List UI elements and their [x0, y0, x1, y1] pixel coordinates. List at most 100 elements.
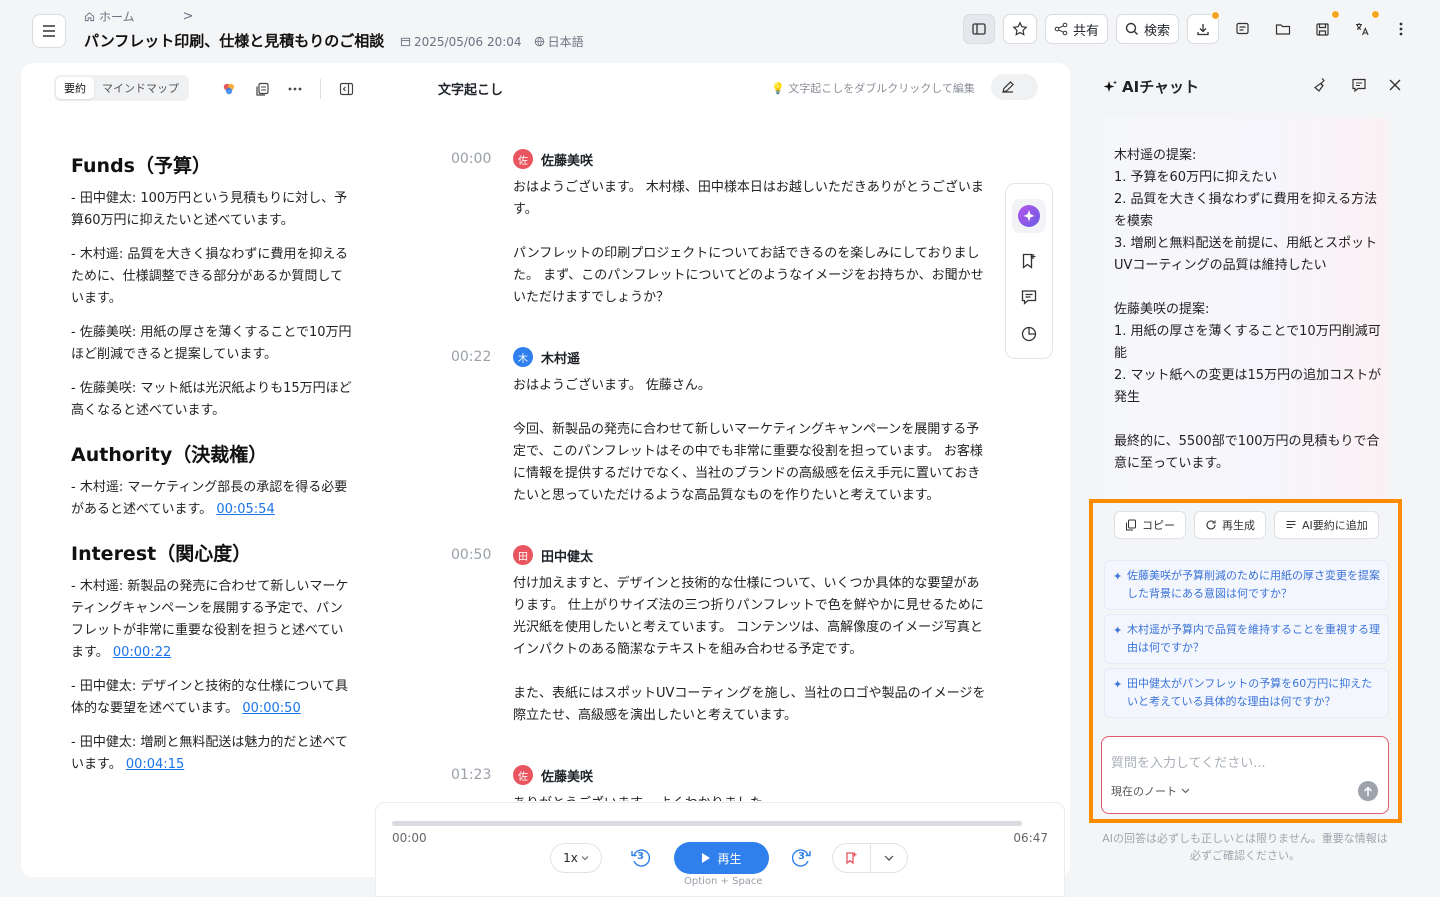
breadcrumb: ホーム >	[84, 8, 194, 25]
timestamp-link[interactable]: 00:00:22	[113, 645, 171, 660]
regenerate-button[interactable]: 再生成	[1194, 511, 1266, 539]
ai-assist-button[interactable]	[1012, 199, 1046, 234]
edit-hint-text: 文字起こしをダブルクリックして編集	[788, 82, 975, 95]
forward-button[interactable]: 3	[789, 846, 813, 870]
ai-response-actions: コピー 再生成 AI要約に追加	[1114, 511, 1379, 539]
chevron-down-icon	[1181, 788, 1190, 794]
transcript-side-toolbar	[1005, 183, 1053, 359]
timestamp-link[interactable]: 00:05:54	[216, 502, 274, 517]
segment-timestamp[interactable]: 01:23	[451, 765, 513, 801]
menu-button[interactable]	[32, 14, 66, 48]
clean-icon[interactable]	[1313, 77, 1329, 93]
ai-disclaimer: AIの回答は必ずしも正しいとは限りません。重要な情報は必ずご確認ください。	[1102, 832, 1388, 862]
folder-button[interactable]	[1267, 14, 1299, 44]
question-input[interactable]: 質問を入力してください... 現在のノート	[1101, 736, 1389, 814]
copy-button[interactable]: コピー	[1114, 511, 1186, 539]
close-icon[interactable]	[1389, 79, 1401, 91]
timestamp-link[interactable]: 00:04:15	[126, 757, 184, 772]
scope-select[interactable]: 現在のノート	[1111, 783, 1190, 799]
translate-icon	[1356, 23, 1369, 36]
transcript-segment[interactable]: 01:23佐佐藤美咲ありがとうございます。 よくわかりました。	[451, 765, 991, 801]
sparkle-icon	[1103, 80, 1117, 92]
transcript-segment[interactable]: 00:22 木木村遥おはようございます。 佐藤さん。今回、新製品の発売に合わせて新…	[451, 347, 991, 529]
segment-timestamp[interactable]: 00:50	[451, 545, 513, 749]
add-to-summary-button[interactable]: AI要約に追加	[1274, 511, 1379, 539]
segment-body: 佐佐藤美咲おはようございます。 木村様、田中様本日はお越しいただきありがとうござ…	[513, 149, 991, 331]
transcript-paragraph[interactable]: 今回、新製品の発売に合わせて新しいマーケティングキャンペーンを展開する予定で、こ…	[513, 419, 991, 507]
mark-options-button[interactable]	[869, 844, 908, 872]
question-placeholder: 質問を入力してください...	[1111, 756, 1266, 771]
save-button[interactable]	[1307, 10, 1340, 44]
segment-body: 木木村遥おはようございます。 佐藤さん。今回、新製品の発売に合わせて新しいマーケ…	[513, 347, 991, 529]
notification-dot	[1211, 11, 1220, 20]
copy-icon	[1126, 519, 1136, 531]
bookmark-add-icon	[846, 852, 857, 865]
summary-item: - 佐藤美咲: 用紙の厚さを薄くすることで10万円ほど削減できると提案しています…	[71, 322, 353, 366]
transcript-segment[interactable]: 00:50 田田中健太付け加えますと、デザインと技術的な仕様について、いくつか具体…	[451, 545, 991, 749]
transcript-paragraph[interactable]: おはようございます。 木村様、田中様本日はお越しいただきありがとうございます。	[513, 177, 991, 221]
language-text: 日本語	[547, 35, 584, 49]
ai-chat-header: AIチャット	[1102, 76, 1199, 97]
export-button[interactable]	[1227, 14, 1259, 44]
suggested-question[interactable]: ✦ 佐藤美咲が予算削減のために用紙の厚さ変更を提案した背景にある意図は何ですか？	[1104, 560, 1389, 610]
transcript-paragraph[interactable]: また、表紙にはスポットUVコーティングを施し、当社のロゴや製品のイメージを際立た…	[513, 683, 991, 727]
transcript-paragraph[interactable]: おはようございます。 佐藤さん。	[513, 375, 991, 397]
speaker[interactable]: 田田中健太	[513, 545, 991, 565]
regenerate-label: 再生成	[1222, 519, 1255, 532]
favorite-button[interactable]	[1002, 14, 1037, 44]
play-button[interactable]: 再生	[674, 842, 769, 874]
calendar-icon	[400, 37, 411, 47]
share-button[interactable]: 共有	[1044, 14, 1108, 44]
new-chat-icon[interactable]	[1351, 77, 1367, 93]
top-bar: ホーム > パンフレット印刷、仕様と見積もりのご相談 2025/05/06 20…	[0, 0, 1440, 62]
datetime: 2025/05/06 20:04	[400, 35, 522, 49]
toggle-layout-button[interactable]	[962, 14, 995, 44]
search-label: 検索	[1143, 23, 1170, 39]
transcript-paragraph[interactable]: 付け加えますと、デザインと技術的な仕様について、いくつか具体的な要望があります。…	[513, 573, 991, 661]
sparkle-icon: ✦	[1113, 624, 1123, 637]
timestamp-link[interactable]: 00:00:50	[242, 701, 300, 716]
transcript-paragraph[interactable]: パンフレットの印刷プロジェクトについてお話できるのを楽しみにしておりました。 ま…	[513, 243, 991, 309]
template-icon[interactable]	[221, 81, 237, 97]
suggested-question[interactable]: ✦ 田中健太がパンフレットの予算を60万円に抑えたいと考えている具体的な理由は何…	[1104, 668, 1389, 718]
breadcrumb-home-link[interactable]: ホーム	[99, 8, 135, 25]
transcript-paragraph[interactable]: ありがとうございます。 よくわかりました。	[513, 793, 991, 801]
add-mark-button[interactable]	[833, 844, 870, 872]
ai-response-line: 木村遥の提案:	[1114, 148, 1197, 163]
tab-summary[interactable]: 要約	[56, 77, 94, 99]
summary-toolbar	[221, 79, 354, 99]
comment-icon[interactable]	[1020, 288, 1038, 306]
speaker[interactable]: 佐佐藤美咲	[513, 149, 991, 169]
bookmark-add-icon[interactable]	[1020, 252, 1038, 270]
search-button[interactable]: 検索	[1115, 14, 1179, 44]
suggested-question[interactable]: ✦ 木村遥が予算内で品質を維持することを重視する理由は何ですか？	[1104, 614, 1389, 664]
copy-icon[interactable]	[255, 82, 270, 97]
more-horizontal-icon[interactable]	[288, 87, 302, 91]
speaker-name: 佐藤美咲	[541, 769, 594, 785]
ai-response-line: 1. 用紙の厚さを薄くすることで10万円削減可能	[1114, 324, 1381, 361]
collapse-panel-icon[interactable]	[339, 82, 354, 96]
playback-speed-select[interactable]: 1x	[550, 843, 602, 873]
rewind-button[interactable]: 3	[629, 846, 653, 870]
progress-track[interactable]	[392, 821, 1022, 826]
segment-timestamp[interactable]: 00:22	[451, 347, 513, 529]
transcript-segment[interactable]: 00:00 佐佐藤美咲おはようございます。 木村様、田中様本日はお越しいただきあり…	[451, 149, 991, 331]
speaker-avatar: 田	[513, 545, 533, 565]
tab-mindmap[interactable]: マインドマップ	[94, 77, 187, 99]
translate-button[interactable]	[1346, 10, 1380, 44]
search-icon	[1125, 22, 1138, 35]
segment-timestamp[interactable]: 00:00	[451, 149, 513, 331]
send-button[interactable]	[1358, 781, 1378, 801]
more-options-button[interactable]	[1386, 14, 1416, 44]
download-button[interactable]	[1187, 11, 1220, 44]
transcript-title: 文字起こし	[438, 83, 504, 98]
page-title[interactable]: パンフレット印刷、仕様と見積もりのご相談	[84, 30, 384, 51]
summary-item-text: - 田中健太: デザインと技術的な仕様について具体的な要望を述べています。	[71, 679, 348, 716]
speaker[interactable]: 佐佐藤美咲	[513, 765, 991, 785]
edit-transcript-button[interactable]	[991, 74, 1038, 100]
pie-chart-icon[interactable]	[1020, 325, 1038, 343]
audio-player: 00:00 06:47 1x 3 再生 Option + Space 3	[375, 802, 1065, 897]
speaker[interactable]: 木木村遥	[513, 347, 991, 367]
summary-item: - 田中健太: 100万円という見積もりに対し、予算60万円に抑えたいと述べてい…	[71, 188, 353, 232]
language[interactable]: 日本語	[534, 33, 584, 50]
